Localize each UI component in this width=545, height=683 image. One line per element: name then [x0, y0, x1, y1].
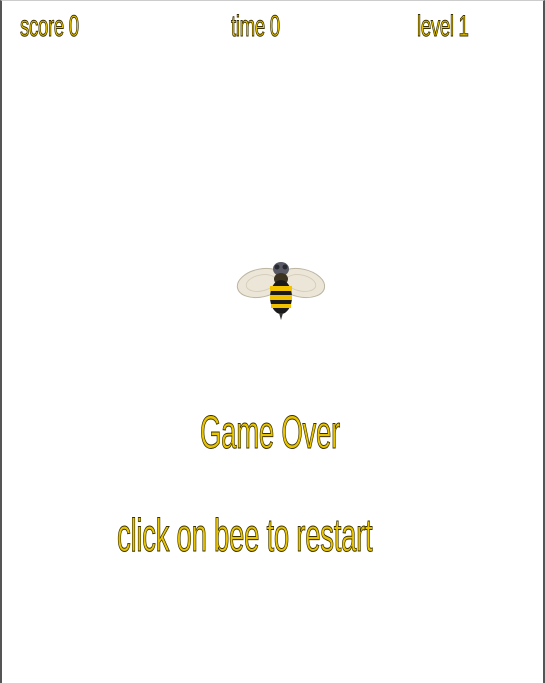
level-display: level 1: [417, 10, 470, 43]
game-over-text: Game Over: [200, 406, 341, 458]
game-area: score 0 time 0 level 1 Game Over click o…: [0, 0, 545, 683]
score-display: score 0: [20, 10, 80, 43]
restart-instruction: click on bee to restart: [117, 509, 373, 561]
time-display: time 0: [231, 10, 281, 43]
bee-icon[interactable]: [235, 259, 327, 323]
